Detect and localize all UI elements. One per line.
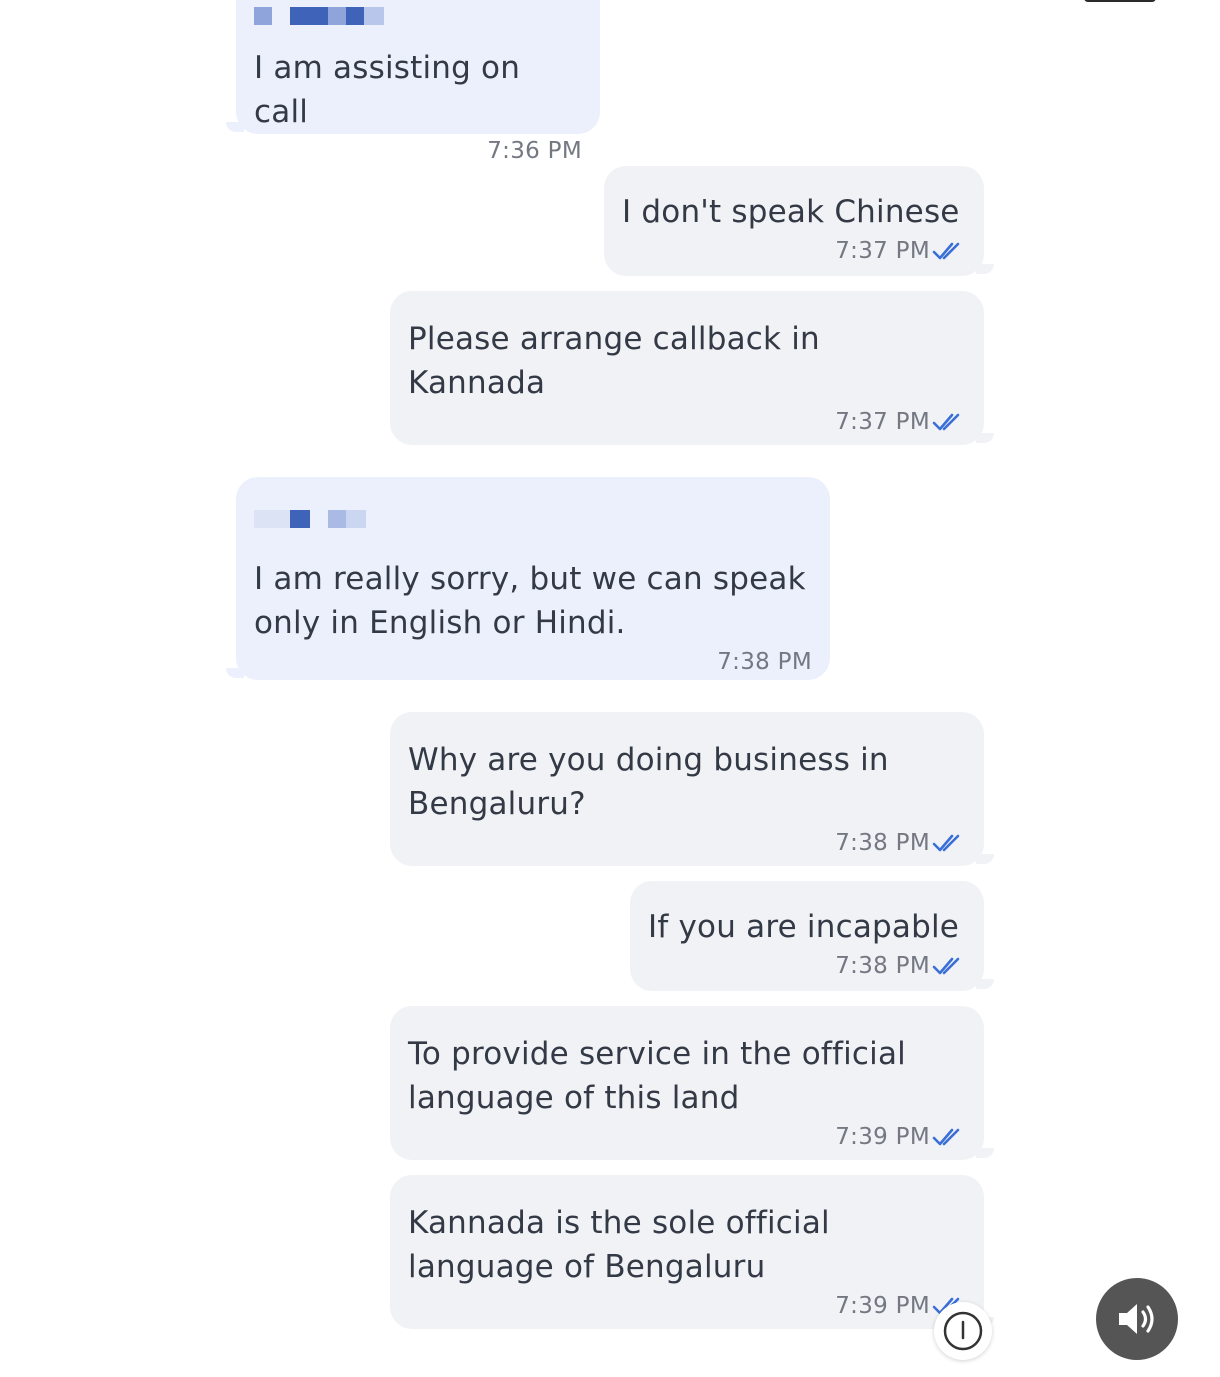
outgoing-message: If you are incapable 7:38 PM [630, 881, 994, 991]
top-handle [1084, 0, 1156, 2]
bubble-tail [226, 668, 244, 678]
speaker-icon [1119, 1304, 1154, 1334]
chat-thread: I am assisting on call 7:36 PM I don't s… [0, 0, 1220, 1377]
message-text: If you are incapable [648, 909, 960, 945]
double-check-icon [932, 1128, 960, 1146]
message-text: To provide service in the official langu… [408, 1036, 906, 1116]
chevron-down-icon [943, 1311, 983, 1351]
scroll-down-button[interactable] [934, 1302, 992, 1360]
message-text: I don't speak Chinese [622, 194, 960, 230]
bubble-tail [976, 854, 994, 864]
sound-toggle-button[interactable] [1096, 1278, 1178, 1360]
redacted-sender-name [254, 4, 582, 28]
incoming-message: I am assisting on call 7:36 PM [226, 0, 600, 164]
double-check-icon [932, 834, 960, 852]
double-check-icon [932, 242, 960, 260]
message-time: 7:36 PM [487, 138, 582, 164]
message-time: 7:37 PM [835, 409, 930, 435]
message-meta: 7:37 PM [408, 405, 966, 439]
outgoing-message: Please arrange callback in Kannada 7:37 … [390, 291, 994, 445]
message-time: 7:39 PM [835, 1293, 930, 1319]
outgoing-message: Kannada is the sole official language of… [390, 1175, 994, 1329]
outgoing-message: To provide service in the official langu… [390, 1006, 994, 1160]
message-meta: 7:36 PM [254, 134, 582, 168]
bubble-tail [976, 433, 994, 443]
message-meta: 7:39 PM [408, 1289, 966, 1323]
bubble-tail [976, 264, 994, 274]
double-check-icon [932, 957, 960, 975]
message-time: 7:37 PM [835, 238, 930, 264]
outgoing-message: Why are you doing business in Bengaluru?… [390, 712, 994, 866]
message-meta: 7:37 PM [622, 234, 966, 268]
message-time: 7:38 PM [717, 649, 812, 675]
message-meta: 7:39 PM [408, 1120, 966, 1154]
bubble-tail [226, 122, 244, 132]
message-meta: 7:38 PM [648, 949, 966, 983]
double-check-icon [932, 413, 960, 431]
message-text: Why are you doing business in Bengaluru? [408, 742, 889, 822]
outgoing-message: I don't speak Chinese 7:37 PM [604, 166, 994, 276]
message-time: 7:38 PM [835, 953, 930, 979]
message-meta: 7:38 PM [408, 826, 966, 860]
message-text: I am really sorry, but we can speak only… [254, 561, 806, 641]
message-meta: 7:38 PM [254, 645, 812, 679]
message-text: Kannada is the sole official language of… [408, 1205, 830, 1285]
message-text: I am assisting on call [254, 50, 531, 130]
incoming-message: I am really sorry, but we can speak only… [226, 477, 830, 680]
bubble-tail [976, 1148, 994, 1158]
message-time: 7:39 PM [835, 1124, 930, 1150]
message-time: 7:38 PM [835, 830, 930, 856]
bubble-tail [976, 979, 994, 989]
message-text: Please arrange callback in Kannada [408, 321, 820, 401]
redacted-sender-name [254, 507, 812, 531]
